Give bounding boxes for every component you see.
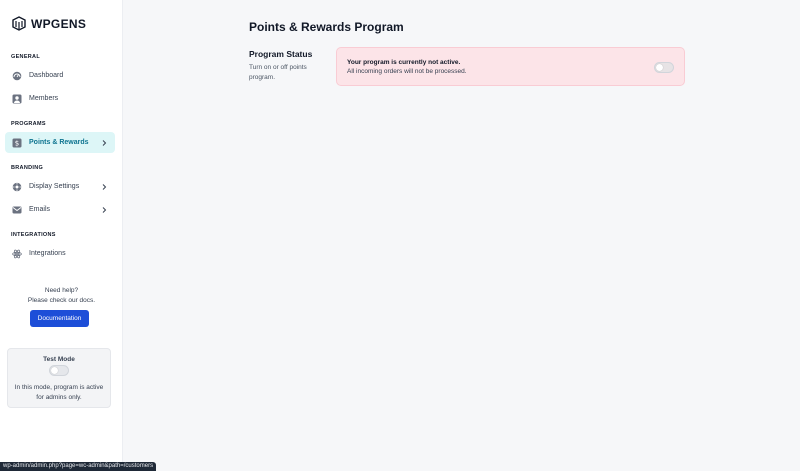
sidebar-item-display-settings[interactable]: Display Settings [5,176,115,197]
alert-title: Your program is currently not active. [347,59,461,66]
test-mode-title: Test Mode [43,356,75,363]
email-icon [12,205,22,215]
toggle-knob [656,64,663,71]
program-status-desc-line: program. [249,73,276,81]
sidebar-item-dashboard[interactable]: Dashboard [5,65,115,86]
sidebar-item-label: Display Settings [29,183,80,190]
toggle-knob [51,367,58,374]
page-title: Points & Rewards Program [249,20,404,34]
test-mode-desc-line: In this mode, program is active [14,384,104,391]
test-mode-description: In this mode, program is active for admi… [8,383,110,402]
brand-logo[interactable]: WPGENS [12,16,86,31]
browser-status-url: wp-admin/admin.php?page=wc-admin&path=/c… [0,462,157,471]
points-rewards-icon: $ [12,138,22,148]
documentation-button[interactable]: Documentation [30,310,89,327]
help-line: Please check our docs. [27,296,96,304]
section-label-programs: PROGRAMS [11,121,46,127]
section-label-integrations: INTEGRATIONS [11,232,56,238]
members-icon [12,94,22,104]
program-inactive-alert: Your program is currently not active. Al… [336,47,685,86]
program-status-description: Turn on or off points program. [249,63,329,82]
test-mode-desc-line: for admins only. [36,393,82,401]
sidebar-item-label: Dashboard [29,72,64,79]
chevron-right-icon [102,139,107,146]
chevron-right-icon [102,206,107,213]
sidebar-item-emails[interactable]: Emails [5,199,115,220]
sidebar: WPGENS GENERAL Dashboard Members PROGRAM… [0,0,123,471]
dashboard-icon [12,71,22,81]
alert-description: All incoming orders will not be processe… [347,68,467,75]
sidebar-item-label: Points & Rewards [29,139,89,146]
sidebar-item-label: Integrations [29,250,66,257]
sidebar-item-integrations[interactable]: Integrations [5,243,115,264]
sidebar-item-label: Emails [29,206,51,213]
help-line: Need help? [44,287,79,294]
sidebar-item-label: Members [29,95,59,102]
test-mode-panel: Test Mode In this mode, program is activ… [7,348,111,408]
display-settings-icon [12,182,22,192]
section-label-general: GENERAL [11,54,40,60]
brand-name: WPGENS [31,16,87,31]
sidebar-item-members[interactable]: Members [5,88,115,109]
sidebar-item-points-rewards[interactable]: $ Points & Rewards [5,132,115,153]
section-label-branding: BRANDING [11,165,44,171]
program-status-title: Program Status [249,49,313,59]
test-mode-toggle[interactable] [49,365,69,376]
help-text: Need help? Please check our docs. [0,286,123,305]
program-status-desc-line: Turn on or off points [249,64,307,71]
program-status-toggle[interactable] [654,62,674,73]
chevron-right-icon [102,183,107,190]
integrations-icon [12,249,22,259]
svg-text:$: $ [15,139,19,147]
wpgens-logo-icon [12,16,26,31]
